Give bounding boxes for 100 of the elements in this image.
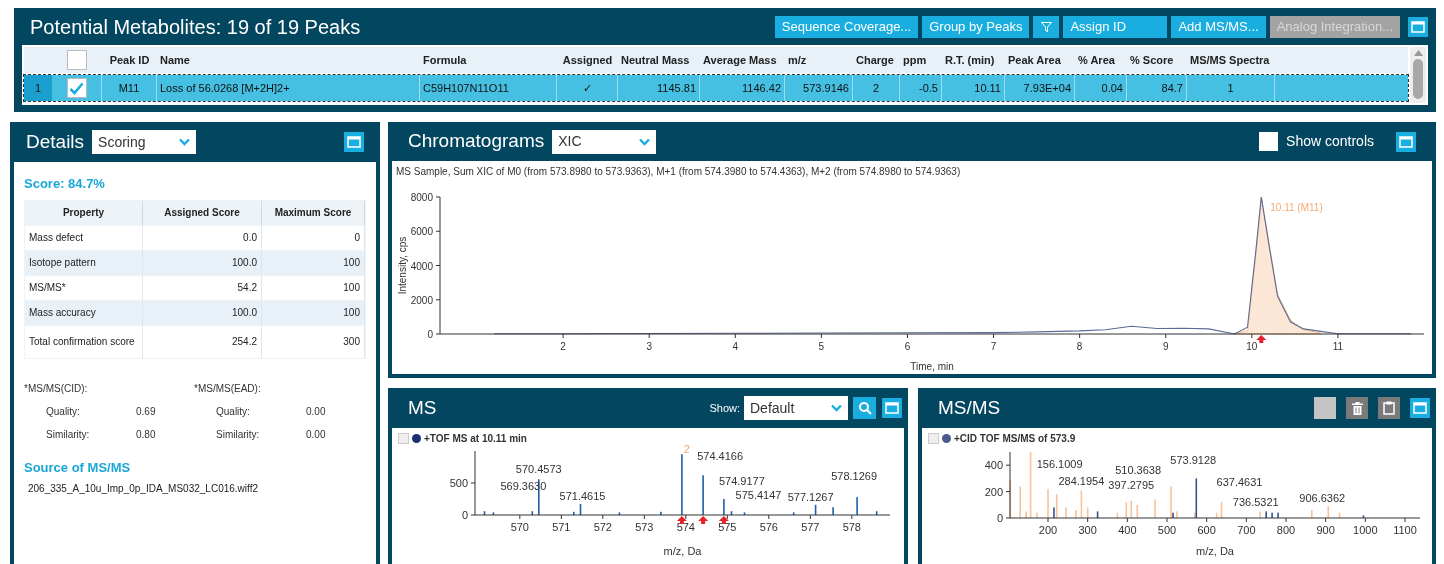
- axis-tick-label: 576: [759, 521, 778, 533]
- column-header: Property: [62, 206, 105, 220]
- peak-label: 2: [683, 445, 690, 456]
- table-cell: Mass accuracy: [25, 300, 143, 325]
- axis-tick-label: 400: [984, 459, 1003, 472]
- axis-tick-label: 572: [593, 521, 612, 533]
- table-cell: -0.5: [900, 75, 942, 101]
- section-heading: Source of MS/MS: [24, 458, 132, 477]
- panel-title: MS: [408, 395, 437, 420]
- peak-label: 736.5321: [1232, 496, 1279, 509]
- score-value: 0.00: [306, 404, 326, 419]
- table-cell: 84.7: [1127, 75, 1187, 101]
- axis-tick-label: 578: [842, 521, 861, 533]
- table-cell: 100: [262, 275, 365, 300]
- score-group-title: *MS/MS(EAD):: [194, 381, 262, 396]
- axis-tick-label: 573: [635, 521, 654, 533]
- table-cell: 0.04: [1075, 75, 1127, 101]
- table-cell: 254.2: [143, 325, 262, 358]
- table-cell: 0.0: [143, 225, 262, 250]
- axis-tick-label: 1000: [1353, 524, 1378, 536]
- table-cell: 100: [262, 250, 365, 275]
- table-cell: 0: [262, 225, 365, 250]
- axis-tick-label: 570: [510, 521, 529, 533]
- score-heading: Score: 84.7%: [24, 175, 106, 193]
- axis-tick-label: 6000: [410, 226, 433, 238]
- table-cell: Mass defect: [25, 225, 143, 250]
- axis-tick-label: 500: [1157, 524, 1177, 536]
- column-header: Assigned Score: [164, 206, 240, 220]
- table-cell: Total confirmation score: [25, 325, 143, 358]
- axis-tick-label: 400: [1118, 524, 1137, 536]
- table-cell: M11: [102, 75, 157, 101]
- table-cell: 1145.81: [618, 75, 700, 101]
- axis-tick-label: 3: [646, 341, 652, 352]
- axis-tick-label: 0: [427, 329, 433, 340]
- table-cell: 1: [1187, 75, 1275, 101]
- axis-tick-label: 200: [1038, 524, 1058, 536]
- score-group-title: *MS/MS(CID):: [24, 381, 89, 396]
- axis-tick-label: 2: [560, 341, 566, 352]
- axis-tick-label: 7: [990, 341, 997, 352]
- axis-tick-label: 0: [996, 512, 1003, 524]
- table-cell: MS/MS*: [25, 275, 143, 300]
- peak-label: 156.1009: [1036, 458, 1083, 470]
- axis-title: m/z, Da: [1196, 545, 1234, 557]
- axis-tick-label: 571: [552, 521, 571, 533]
- axis-tick-label: 11: [1332, 341, 1344, 352]
- axis-tick-label: 300: [1078, 524, 1097, 536]
- axis-tick-label: 575: [718, 521, 737, 533]
- score-value: 0.69: [136, 404, 156, 419]
- peak-label: 637.4631: [1216, 476, 1263, 489]
- axis-tick-label: 9: [1162, 341, 1169, 352]
- peak-label: 573.9128: [1170, 454, 1217, 467]
- peak-label: 906.6362: [1299, 492, 1346, 505]
- peak-label: 284.1954: [1058, 475, 1105, 488]
- peak-label: 570.4573: [515, 463, 562, 476]
- axis-tick-label: 577: [801, 521, 820, 533]
- show-label: Show:: [709, 400, 740, 416]
- axis-title: Time, min: [910, 361, 954, 372]
- peak-label: 574.4166: [697, 450, 744, 463]
- axis-tick-label: 2000: [410, 294, 433, 306]
- table-cell: ✓: [557, 75, 618, 101]
- axis-title: Intensity, cps: [397, 236, 408, 295]
- table-cell: 54.2: [143, 275, 262, 300]
- row-number: 1: [24, 75, 52, 101]
- chart-subtitle: MS Sample, Sum XIC of M0 (from 573.8980 to 573.9363), M+1 (from 574.3980 to 574.4363), M+2 (from 574.8980 to 574.9363): [396, 165, 962, 179]
- table-cell: 1146.42: [700, 75, 785, 101]
- panel-title: Potential Metabolites: 19 of 19 Peaks: [30, 14, 361, 40]
- table-cell: C59H107N11O11: [420, 75, 557, 101]
- axis-tick-label: 4: [732, 341, 739, 352]
- axis-title: m/z, Da: [663, 545, 702, 557]
- table-cell: 100.0: [143, 300, 262, 325]
- axis-tick-label: 10: [1246, 341, 1258, 352]
- axis-tick-label: 1100: [1393, 524, 1417, 536]
- axis-tick-label: 200: [984, 485, 1003, 498]
- score-label: Quality:: [216, 404, 251, 419]
- column-header: Maximum Score: [274, 206, 352, 220]
- score-label: Quality:: [46, 404, 81, 419]
- peak-label: 578.1269: [831, 470, 878, 483]
- table-cell: 2: [853, 75, 900, 101]
- panel-title: MS/MS: [938, 395, 1001, 420]
- score-label: Similarity:: [216, 427, 261, 442]
- axis-tick-label: 5: [818, 341, 825, 352]
- table-cell: 573.9146: [785, 75, 853, 101]
- panel-title: Chromatograms: [408, 129, 545, 154]
- axis-tick-label: 4000: [410, 260, 433, 272]
- peak-label: 510.3638: [1115, 464, 1162, 477]
- panel-title: Details: [26, 129, 85, 154]
- peak-label: 397.2795: [1108, 479, 1155, 492]
- axis-tick-label: 8000: [410, 192, 433, 203]
- table-cell: 100.0: [143, 250, 262, 275]
- axis-tick-label: 500: [449, 477, 468, 489]
- axis-tick-label: 900: [1316, 524, 1335, 536]
- peak-label: 577.1267: [787, 490, 834, 503]
- table-cell: 7.93E+04: [1005, 75, 1075, 101]
- axis-tick-label: 600: [1197, 524, 1216, 536]
- legend-label: +TOF MS at 10.11 min: [424, 431, 527, 446]
- axis-tick-label: 8: [1076, 341, 1083, 352]
- table-cell: Isotope pattern: [25, 250, 143, 275]
- axis-tick-label: 6: [904, 341, 911, 352]
- table-cell: 10.11: [942, 75, 1005, 101]
- peak-label: 574.9177: [718, 475, 765, 487]
